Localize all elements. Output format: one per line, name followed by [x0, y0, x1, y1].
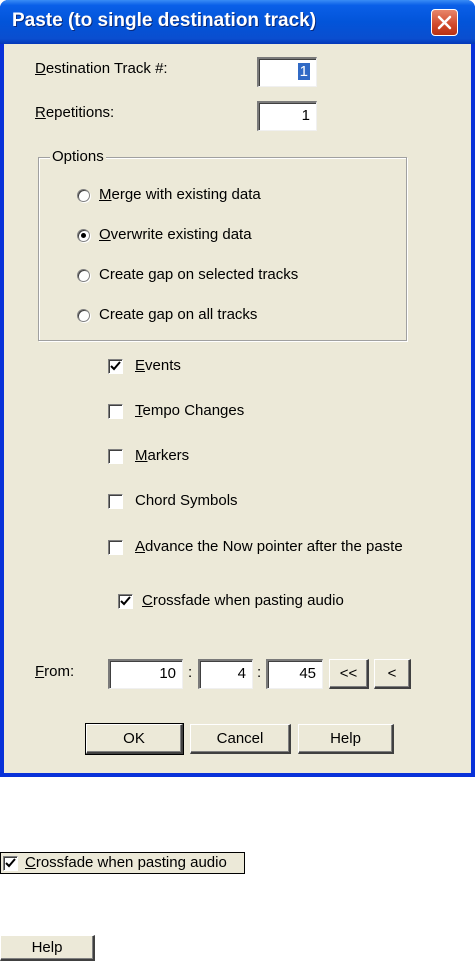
gap-all-radio[interactable] — [77, 309, 90, 322]
from-tick-value: 45 — [299, 665, 316, 682]
destination-track-value: 1 — [297, 63, 310, 80]
markers-checkbox-label[interactable]: Markers — [135, 447, 189, 464]
merge-radio[interactable] — [77, 189, 90, 202]
crossfade-standalone-checkbox[interactable] — [3, 856, 18, 871]
tempo-changes-checkbox[interactable] — [108, 404, 123, 419]
gap-selected-radio[interactable] — [77, 269, 90, 282]
checkmark-icon — [120, 596, 131, 606]
crossfade-checkbox-standalone[interactable]: Crossfade when pasting audio — [0, 852, 245, 874]
dialog-title: Paste (to single destination track) — [12, 10, 317, 31]
from-tick-input[interactable]: 45 — [266, 659, 323, 689]
destination-track-input[interactable]: 1 — [257, 57, 317, 87]
options-groupbox-label: Options — [50, 148, 106, 165]
from-bar-value: 10 — [159, 665, 176, 682]
overwrite-radio[interactable] — [77, 229, 90, 242]
rewind-button[interactable]: < — [374, 659, 411, 689]
gap-selected-radio-label[interactable]: Create gap on selected tracks — [99, 266, 298, 283]
merge-radio-label[interactable]: Merge with existing data — [99, 186, 261, 203]
destination-track-label: Destination Track #: — [35, 60, 168, 77]
help-button-standalone[interactable]: Help — [0, 935, 95, 961]
title-bar[interactable]: Paste (to single destination track) — [0, 0, 475, 44]
crossfade-checkbox[interactable] — [118, 594, 133, 609]
rewind-to-start-button[interactable]: << — [329, 659, 369, 689]
events-checkbox-label[interactable]: Events — [135, 357, 181, 374]
repetitions-label: Repetitions: — [35, 104, 115, 121]
ok-button[interactable]: OK — [85, 723, 184, 755]
cancel-button[interactable]: Cancel — [190, 724, 291, 754]
repetitions-value: 1 — [301, 107, 310, 124]
markers-checkbox[interactable] — [108, 449, 123, 464]
gap-all-radio-label[interactable]: Create gap on all tracks — [99, 306, 257, 323]
checkmark-icon — [5, 858, 16, 868]
help-button[interactable]: Help — [298, 724, 394, 754]
checkmark-icon — [110, 361, 121, 371]
events-checkbox[interactable] — [108, 359, 123, 374]
from-bar-input[interactable]: 10 — [108, 659, 183, 689]
close-button[interactable] — [431, 9, 458, 36]
advance-now-pointer-checkbox[interactable] — [108, 540, 123, 555]
repetitions-input[interactable]: 1 — [257, 101, 317, 131]
from-label: From: — [35, 663, 75, 680]
chord-symbols-checkbox[interactable] — [108, 494, 123, 509]
crossfade-checkbox-label[interactable]: Crossfade when pasting audio — [142, 592, 344, 609]
paste-dialog: Paste (to single destination track) Dest… — [0, 0, 475, 777]
ok-button-label: OK — [123, 730, 145, 747]
chord-symbols-checkbox-label[interactable]: Chord Symbols — [135, 492, 238, 509]
from-beat-value: 4 — [237, 665, 246, 682]
crossfade-standalone-label[interactable]: Crossfade when pasting audio — [25, 854, 227, 871]
close-icon — [437, 15, 452, 30]
from-beat-input[interactable]: 4 — [198, 659, 253, 689]
overwrite-radio-label[interactable]: Overwrite existing data — [99, 226, 252, 243]
from-separator: : — [257, 664, 262, 681]
from-separator: : — [188, 664, 193, 681]
tempo-changes-checkbox-label[interactable]: Tempo Changes — [135, 402, 244, 419]
advance-now-pointer-checkbox-label[interactable]: Advance the Now pointer after the paste — [135, 538, 403, 555]
